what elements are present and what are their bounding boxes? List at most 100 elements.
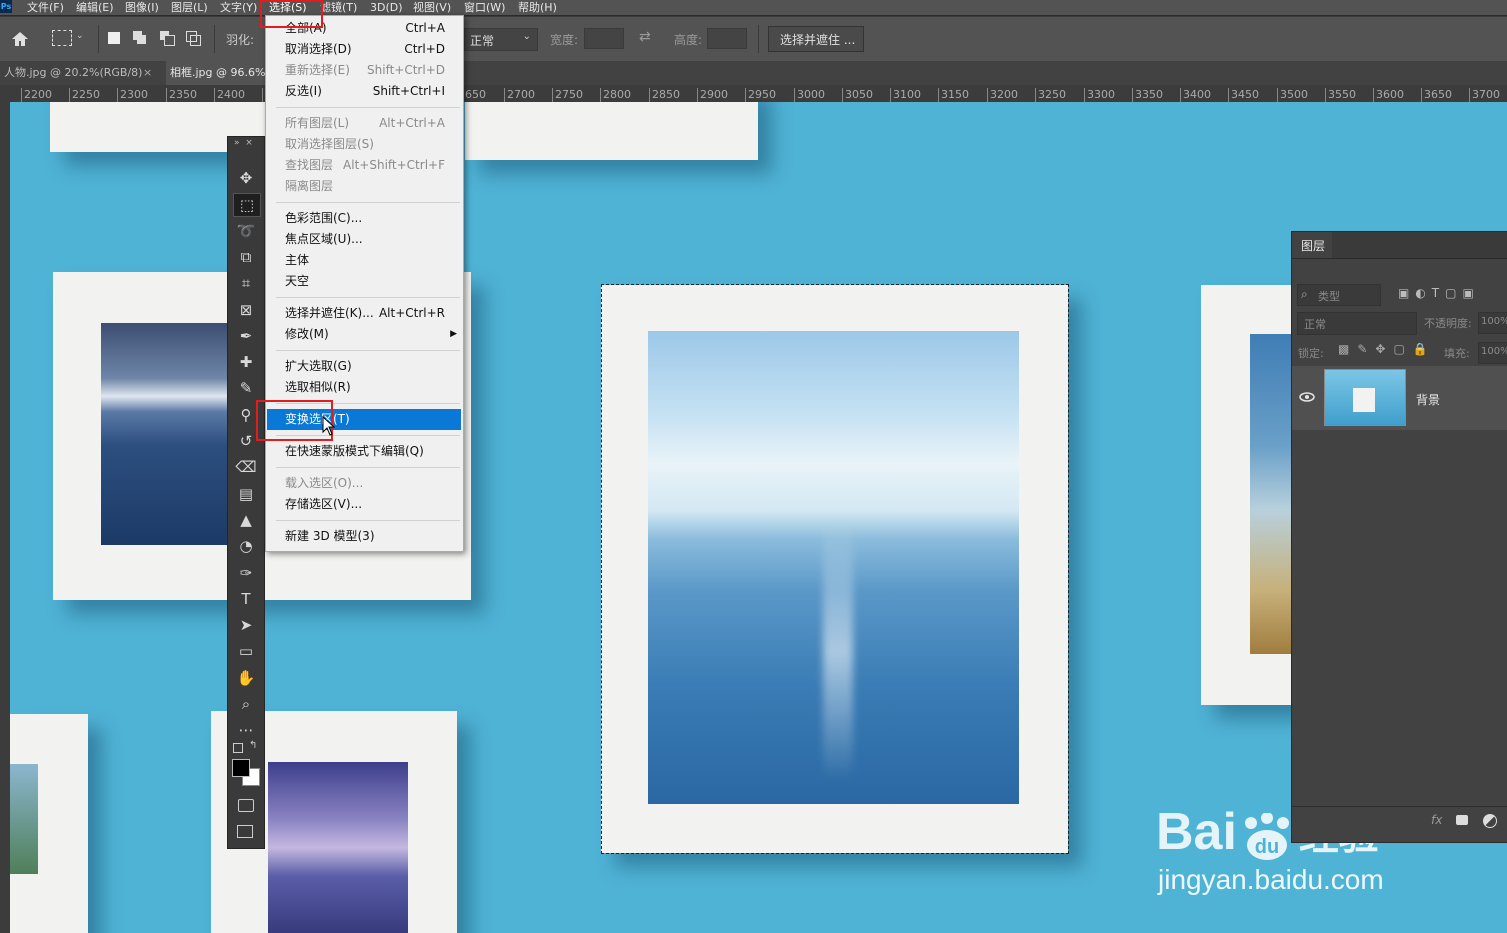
- dodge-tool-icon[interactable]: ◔: [233, 535, 259, 557]
- menu-separator: [276, 350, 460, 351]
- select-and-mask-button[interactable]: 选择并遮住 ...: [768, 26, 864, 52]
- shape-tool-icon[interactable]: ▭: [233, 640, 259, 662]
- menu-edit[interactable]: 编辑(E): [76, 0, 114, 15]
- lasso-tool-icon[interactable]: ➰: [233, 220, 259, 242]
- healing-tool-icon[interactable]: ✚: [233, 351, 259, 373]
- style-select[interactable]: 正常 ⌄: [464, 28, 538, 51]
- more-tool-icon[interactable]: ⋯: [233, 719, 259, 741]
- filter-label: 类型: [1318, 290, 1340, 303]
- new-selection-icon[interactable]: [108, 32, 120, 44]
- menu-item[interactable]: 查找图层 Alt+Shift+Ctrl+F: [267, 155, 461, 176]
- screen-mode-icon[interactable]: [237, 825, 253, 838]
- menu-item[interactable]: 载入选区(O)...: [267, 473, 461, 494]
- foreground-color-swatch[interactable]: [232, 759, 250, 777]
- ruler-tick: 2950: [745, 88, 776, 102]
- ruler-tick: 650: [462, 88, 486, 102]
- fx-button[interactable]: fx: [1431, 813, 1442, 827]
- intersect-selection-icon[interactable]: [186, 31, 201, 46]
- photo-frame-bottom-far-left: [10, 714, 88, 933]
- gradient-tool-icon[interactable]: ▤: [233, 483, 259, 505]
- tab-portrait[interactable]: 人物.jpg @ 20.2%(RGB/8) ×: [0, 61, 164, 85]
- eraser-tool-icon[interactable]: ⌫: [233, 456, 259, 478]
- menu-layer[interactable]: 图层(L): [171, 0, 208, 15]
- height-input[interactable]: [707, 28, 747, 49]
- ruler-tick: 3400: [1180, 88, 1211, 102]
- home-icon[interactable]: [11, 31, 29, 47]
- marquee-preset-icon[interactable]: [52, 30, 72, 46]
- pen-tool-icon[interactable]: ✑: [233, 562, 259, 584]
- menu-type[interactable]: 文字(Y): [220, 0, 257, 15]
- menu-item[interactable]: 存储选区(V)...: [267, 494, 461, 515]
- zoom-tool-icon[interactable]: ⌕: [233, 693, 259, 715]
- close-icon[interactable]: ×: [143, 61, 152, 85]
- menu-3d[interactable]: 3D(D): [370, 0, 403, 15]
- menu-view[interactable]: 视图(V): [413, 0, 451, 15]
- swap-colors-icon[interactable]: ↰: [249, 740, 257, 751]
- ruler-tick: 2250: [69, 88, 100, 102]
- menu-item[interactable]: 隔离图层: [267, 176, 461, 197]
- menu-help[interactable]: 帮助(H): [518, 0, 557, 15]
- menu-item[interactable]: 取消选择(D) Ctrl+D: [267, 39, 461, 60]
- subtract-selection-icon[interactable]: [160, 31, 175, 46]
- marquee-tool-icon[interactable]: ⬚: [233, 193, 261, 218]
- menu-item[interactable]: 色彩范围(C)...: [267, 208, 461, 229]
- filter-select[interactable]: ⌕ 类型: [1297, 284, 1381, 306]
- menu-item[interactable]: 扩大选取(G): [267, 356, 461, 377]
- tab-layers[interactable]: 图层: [1292, 232, 1332, 258]
- menu-item[interactable]: 选择并遮住(K)... Alt+Ctrl+R: [267, 303, 461, 324]
- eye-icon[interactable]: [1299, 391, 1315, 403]
- chevron-down-icon[interactable]: ⌄: [76, 31, 84, 41]
- menu-item[interactable]: 主体: [267, 250, 461, 271]
- frame-tool-icon[interactable]: ⊠: [233, 299, 259, 321]
- menu-item-label: 在快速蒙版模式下编辑(Q): [285, 444, 424, 458]
- type-tool-icon[interactable]: T: [233, 588, 259, 610]
- chevron-down-icon: ⌄: [522, 31, 531, 42]
- quick-mask-icon[interactable]: [238, 799, 254, 812]
- filter-icons[interactable]: ▣◐T▢▣: [1398, 286, 1480, 300]
- menu-item[interactable]: 选取相似(R): [267, 377, 461, 398]
- object-select-tool-icon[interactable]: ⧉: [233, 246, 259, 268]
- ruler-tick: 2350: [166, 88, 197, 102]
- opacity-input[interactable]: 100%: [1478, 312, 1507, 334]
- ruler-tick: 3250: [1035, 88, 1066, 102]
- menu-item-shortcut: Shift+Ctrl+I: [372, 84, 445, 98]
- menu-item-shortcut: Ctrl+A: [405, 21, 445, 35]
- menu-item[interactable]: 新建 3D 模型(3): [267, 526, 461, 547]
- path-select-tool-icon[interactable]: ➤: [233, 614, 259, 636]
- menu-item[interactable]: 在快速蒙版模式下编辑(Q): [267, 441, 461, 462]
- brush-tool-icon[interactable]: ✎: [233, 377, 259, 399]
- ruler-tick: 3450: [1228, 88, 1259, 102]
- menu-image[interactable]: 图像(I): [125, 0, 159, 15]
- width-input[interactable]: [584, 28, 624, 49]
- tab-photo-frame[interactable]: 相框.jpg @ 96.6%: [166, 61, 270, 85]
- lock-icons[interactable]: ▩✎✥▢🔒: [1338, 342, 1436, 356]
- menu-item[interactable]: 天空: [267, 271, 461, 292]
- eyedropper-tool-icon[interactable]: ✒: [233, 325, 259, 347]
- adjustment-layer-icon[interactable]: [1483, 814, 1497, 828]
- menu-item[interactable]: 焦点区域(U)...: [267, 229, 461, 250]
- blend-mode-select[interactable]: 正常: [1297, 312, 1417, 335]
- blur-tool-icon[interactable]: ▲: [233, 509, 259, 531]
- menu-window[interactable]: 窗口(W): [464, 0, 505, 15]
- menu-item[interactable]: 重新选择(E) Shift+Ctrl+D: [267, 60, 461, 81]
- document-tabs: 人物.jpg @ 20.2%(RGB/8) × 相框.jpg @ 96.6%: [0, 61, 1507, 85]
- default-colors-icon[interactable]: [233, 743, 243, 753]
- move-tool-icon[interactable]: ✥: [233, 167, 259, 189]
- hand-tool-icon[interactable]: ✋: [233, 667, 259, 689]
- add-mask-icon[interactable]: [1456, 815, 1468, 825]
- horizontal-ruler: 2200 2250 2300 2350 2400 650 2700 2750 2800 2850 2…: [0, 85, 1507, 103]
- menu-item[interactable]: 所有图层(L) Alt+Ctrl+A: [267, 113, 461, 134]
- ruler-tick: 3100: [890, 88, 921, 102]
- crop-tool-icon[interactable]: ⌗: [233, 272, 259, 294]
- ruler-tick: 2400: [214, 88, 245, 102]
- add-selection-icon[interactable]: [133, 31, 147, 45]
- menu-item[interactable]: 修改(M) ▶: [267, 324, 461, 345]
- menu-item[interactable]: 反选(I) Shift+Ctrl+I: [267, 81, 461, 102]
- menu-item[interactable]: 取消选择图层(S): [267, 134, 461, 155]
- fill-input[interactable]: 100%: [1478, 342, 1507, 364]
- menu-item-label: 色彩范围(C)...: [285, 211, 363, 225]
- swap-icon[interactable]: ⇄: [639, 29, 651, 45]
- menu-file[interactable]: 文件(F): [27, 0, 64, 15]
- layer-row-background[interactable]: 背景: [1292, 366, 1507, 430]
- menu-filter[interactable]: 滤镜(T): [320, 0, 357, 15]
